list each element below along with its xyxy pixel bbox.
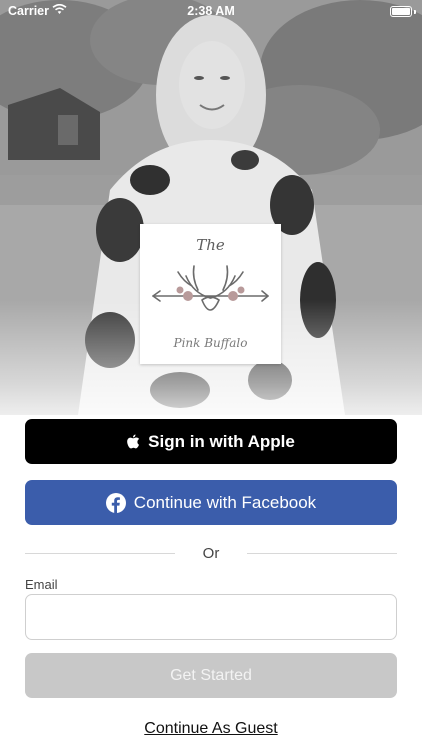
login-form: Sign in with Apple Continue with Faceboo…	[0, 415, 422, 750]
battery-icon	[390, 6, 412, 17]
clock: 2:38 AM	[187, 4, 235, 18]
or-divider: Or	[25, 543, 397, 565]
logo-line-name: Pink Buffalo	[173, 336, 248, 350]
facebook-button-label: Continue with Facebook	[133, 492, 317, 512]
logo-line-the: The	[196, 236, 225, 254]
get-started-button[interactable]: Get Started	[25, 653, 397, 698]
email-field[interactable]	[25, 594, 397, 640]
continue-as-guest-link[interactable]: Continue As Guest	[0, 720, 422, 738]
brand-logo: The Pink Buffalo	[140, 224, 281, 364]
apple-icon	[127, 434, 140, 449]
apple-button-label: Sign in with Apple	[148, 431, 295, 451]
status-bar: Carrier 2:38 AM	[0, 0, 422, 22]
get-started-label: Get Started	[170, 666, 252, 684]
divider-line-right	[247, 553, 397, 554]
sign-in-with-apple-button[interactable]: Sign in with Apple	[25, 419, 397, 464]
antler-skull-icon	[152, 265, 269, 311]
email-label: Email	[25, 577, 58, 592]
battery-tip	[414, 10, 416, 14]
continue-with-facebook-button[interactable]: Continue with Facebook	[25, 480, 397, 525]
hero-photo: The Pink Buffalo	[0, 0, 422, 415]
facebook-icon	[105, 492, 126, 513]
